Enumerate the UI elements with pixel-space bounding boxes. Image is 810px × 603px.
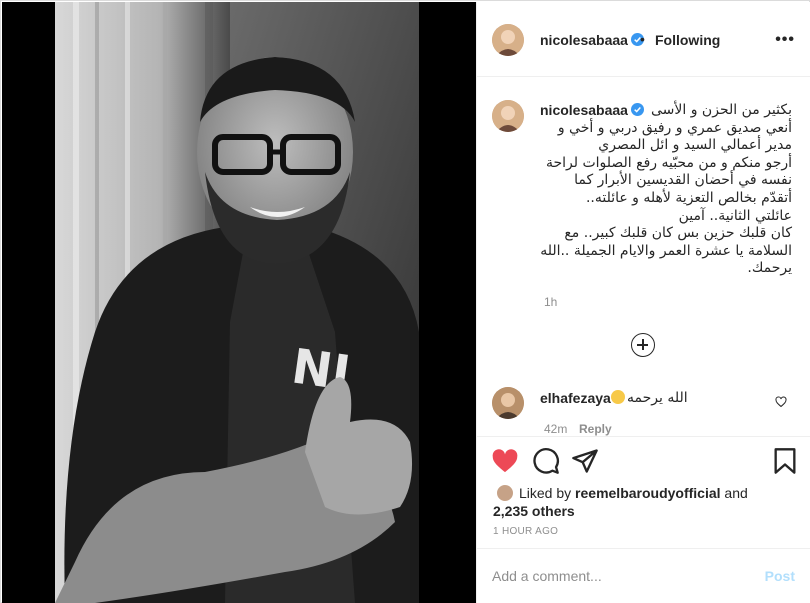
post-modal: NI nicolesabaaa • Following ••• nicolesa…	[0, 0, 810, 603]
author-avatar[interactable]	[492, 24, 524, 56]
portrait-image: NI	[55, 2, 419, 603]
commenter-username[interactable]: elhafezaya	[540, 390, 611, 406]
load-more-comments-icon[interactable]	[631, 333, 655, 357]
post-header: nicolesabaaa • Following •••	[477, 2, 810, 77]
liked-by-line: Liked by reemelbaroudyofficial and	[519, 485, 748, 501]
commenter-avatar[interactable]	[492, 387, 524, 419]
caption-time[interactable]: 1h	[544, 295, 557, 309]
post-timestamp[interactable]: 1 HOUR AGO	[493, 526, 558, 537]
following-button[interactable]: Following	[655, 32, 720, 48]
comment-text: الله يرحمه	[611, 390, 688, 406]
post-photo[interactable]: NI	[55, 2, 419, 603]
comment-reply-button[interactable]: Reply	[579, 422, 612, 436]
post-side-panel: nicolesabaaa • Following ••• nicolesabaa…	[476, 2, 810, 603]
liker-avatar[interactable]	[496, 484, 514, 502]
like-heart-icon[interactable]	[491, 447, 519, 475]
share-send-icon[interactable]	[571, 447, 599, 475]
crying-face-emoji	[611, 390, 625, 404]
comment-item: elhafezaya الله يرحمه 42m Reply	[477, 380, 810, 438]
action-bar: Liked by reemelbaroudyofficial and 2,235…	[477, 436, 810, 537]
dot-separator: •	[640, 31, 645, 47]
comment-bubble-icon[interactable]	[532, 447, 560, 475]
more-horizontal-icon[interactable]: •••	[775, 31, 795, 49]
author-username[interactable]: nicolesabaaa	[540, 32, 644, 48]
add-comment-section: Post	[477, 548, 810, 603]
caption: nicolesabaaa بكثير من الحزن و الأسى أنعي…	[477, 78, 810, 314]
likes-others-count[interactable]: 2,235 others	[493, 503, 575, 519]
post-media[interactable]: NI	[2, 2, 476, 603]
add-comment-input[interactable]	[492, 565, 732, 587]
caption-author-avatar[interactable]	[492, 100, 524, 132]
caption-text: بكثير من الحزن و الأسى أنعي صديق عمري و …	[540, 102, 792, 277]
comment-time[interactable]: 42m	[544, 422, 567, 436]
save-bookmark-icon[interactable]	[771, 447, 799, 475]
post-comment-button[interactable]: Post	[765, 568, 795, 584]
liker-username[interactable]: reemelbaroudyofficial	[575, 485, 721, 501]
comment-like-heart-icon[interactable]	[775, 396, 787, 408]
